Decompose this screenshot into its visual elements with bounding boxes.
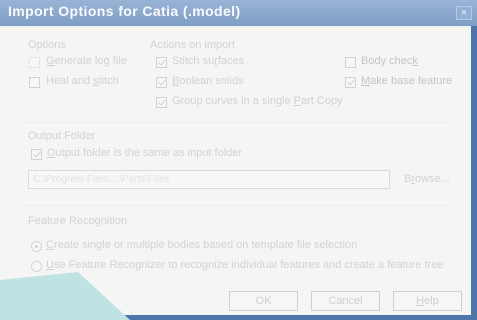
body-check-label: Body check <box>361 55 418 67</box>
close-button[interactable]: × <box>456 6 472 20</box>
make-base-feature-checkbox[interactable] <box>345 77 356 88</box>
generate-log-file-checkbox[interactable] <box>29 57 40 68</box>
heal-and-stitch-checkbox[interactable] <box>29 77 40 88</box>
ok-button[interactable]: OK <box>229 291 298 311</box>
output-same-folder-checkbox[interactable] <box>31 149 42 160</box>
group-curves-label: Group curves in a single Part Copy <box>172 95 343 107</box>
use-feature-recognizer-radio[interactable] <box>31 261 42 272</box>
create-bodies-radio[interactable] <box>31 241 42 252</box>
group-curves-checkbox[interactable] <box>156 97 167 108</box>
generate-log-file-label: Generate log file <box>46 55 127 67</box>
make-base-feature-label: Make base feature <box>361 75 453 87</box>
output-same-folder-label: Output folder is the same as input folde… <box>47 147 243 159</box>
options-group-title: Options <box>28 39 66 51</box>
stitch-surfaces-label: Stitch surfaces <box>172 55 245 67</box>
close-icon: × <box>460 7 468 19</box>
output-folder-title: Output Folder <box>28 130 96 142</box>
feature-recognition-title: Feature Recognition <box>28 215 128 227</box>
title-bar[interactable]: Import Options for Catia (.model) × <box>0 0 477 26</box>
stitch-surfaces-checkbox[interactable] <box>156 57 167 68</box>
body-check-checkbox[interactable] <box>345 57 356 68</box>
import-options-dialog: Import Options for Catia (.model) × Opti… <box>0 0 477 320</box>
divider-top <box>20 122 450 123</box>
heal-and-stitch-label: Heal and stitch <box>46 75 119 87</box>
cancel-button[interactable]: Cancel <box>311 291 380 311</box>
boolean-solids-label: Boolean solids <box>172 75 244 87</box>
browse-button[interactable]: Browse... <box>404 173 450 185</box>
boolean-solids-checkbox[interactable] <box>156 77 167 88</box>
divider-middle <box>20 205 450 206</box>
window-title: Import Options for Catia (.model) <box>8 3 241 19</box>
use-feature-recognizer-label: Use Feature Recognizer to recognize indi… <box>46 259 444 271</box>
help-button[interactable]: Help <box>393 291 462 311</box>
output-folder-path-input[interactable]: C:\Program Files\...\Parts\Files <box>28 170 390 189</box>
decorative-shape <box>0 272 130 320</box>
create-bodies-label: Create single or multiple bodies based o… <box>46 239 358 251</box>
actions-group-title: Actions on import <box>150 39 235 51</box>
